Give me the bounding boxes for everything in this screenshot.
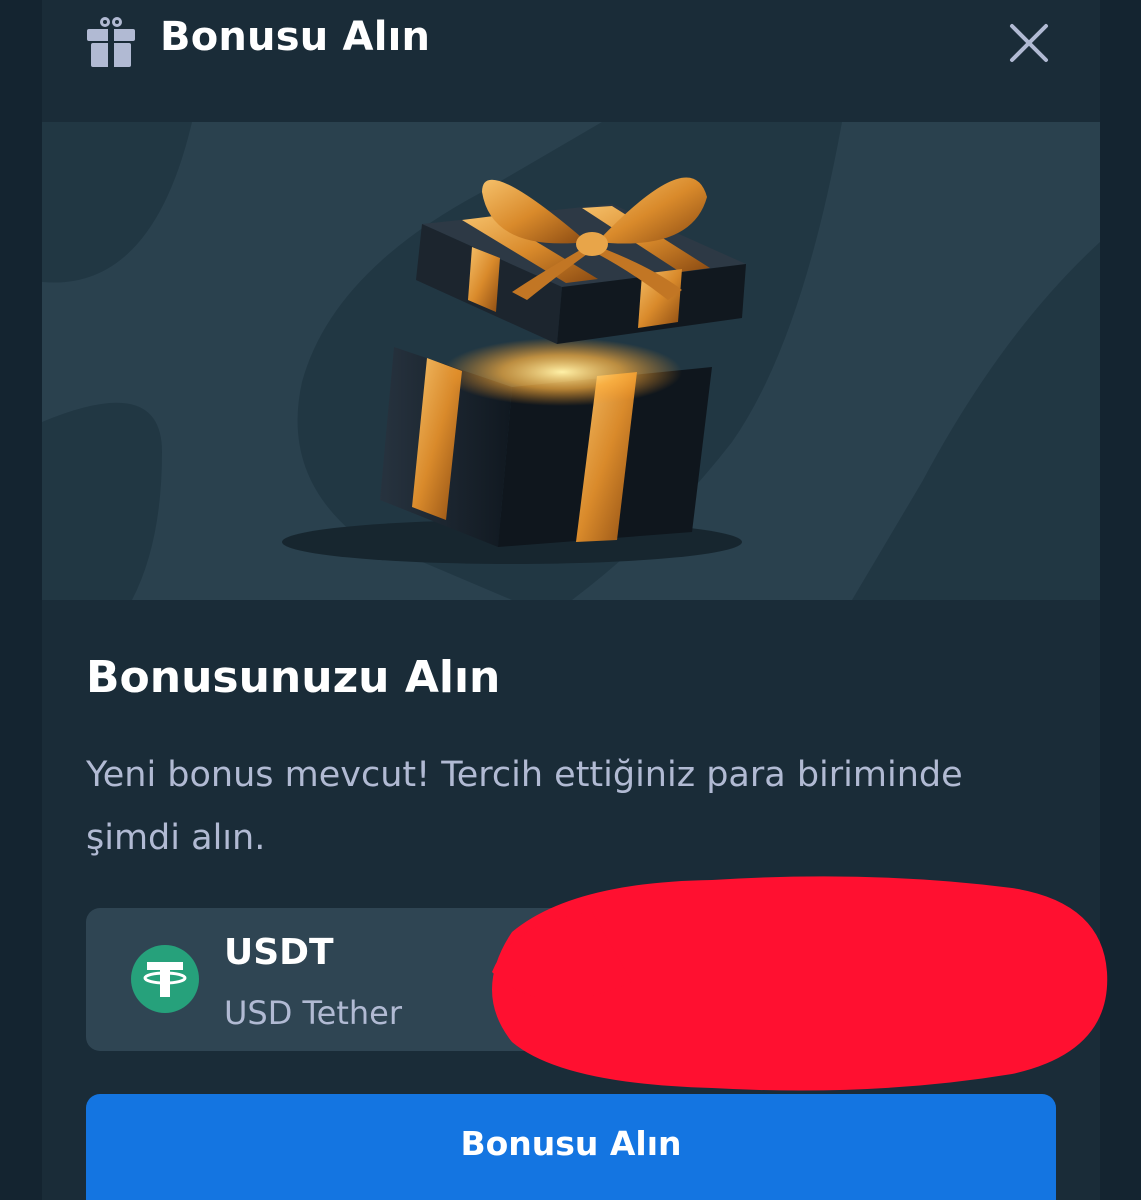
gift-box-illustration <box>42 122 1100 600</box>
bonus-description: Yeni bonus mevcut! Tercih ettiğiniz para… <box>86 755 963 858</box>
backdrop-left <box>0 0 42 1200</box>
backdrop-right <box>1099 0 1141 1200</box>
modal-header: Bonusu Alın <box>42 0 1100 122</box>
currency-name: USD Tether <box>224 994 403 1032</box>
close-icon[interactable] <box>1006 20 1052 66</box>
claim-bonus-button[interactable]: Bonusu Alın <box>86 1094 1056 1200</box>
bonus-heading: Bonusunuzu Alın <box>86 652 501 703</box>
tether-icon <box>131 945 199 1013</box>
hero-banner <box>42 122 1100 600</box>
page: Bonusu Alın Bonusunuzu Alın Yeni bonus m… <box>0 0 1141 1200</box>
modal-title: Bonusu Alın <box>160 14 431 60</box>
gift-icon <box>87 17 135 67</box>
currency-option-usdt[interactable]: USDT USD Tether <box>86 908 1056 1051</box>
bonus-modal: Bonusu Alın Bonusunuzu Alın Yeni bonus m… <box>42 0 1108 1200</box>
modal-content: Bonusunuzu Alın Yeni bonus mevcut! Terci… <box>42 600 1108 1200</box>
currency-code: USDT <box>224 932 334 973</box>
claim-bonus-label: Bonusu Alın <box>460 1124 682 1163</box>
